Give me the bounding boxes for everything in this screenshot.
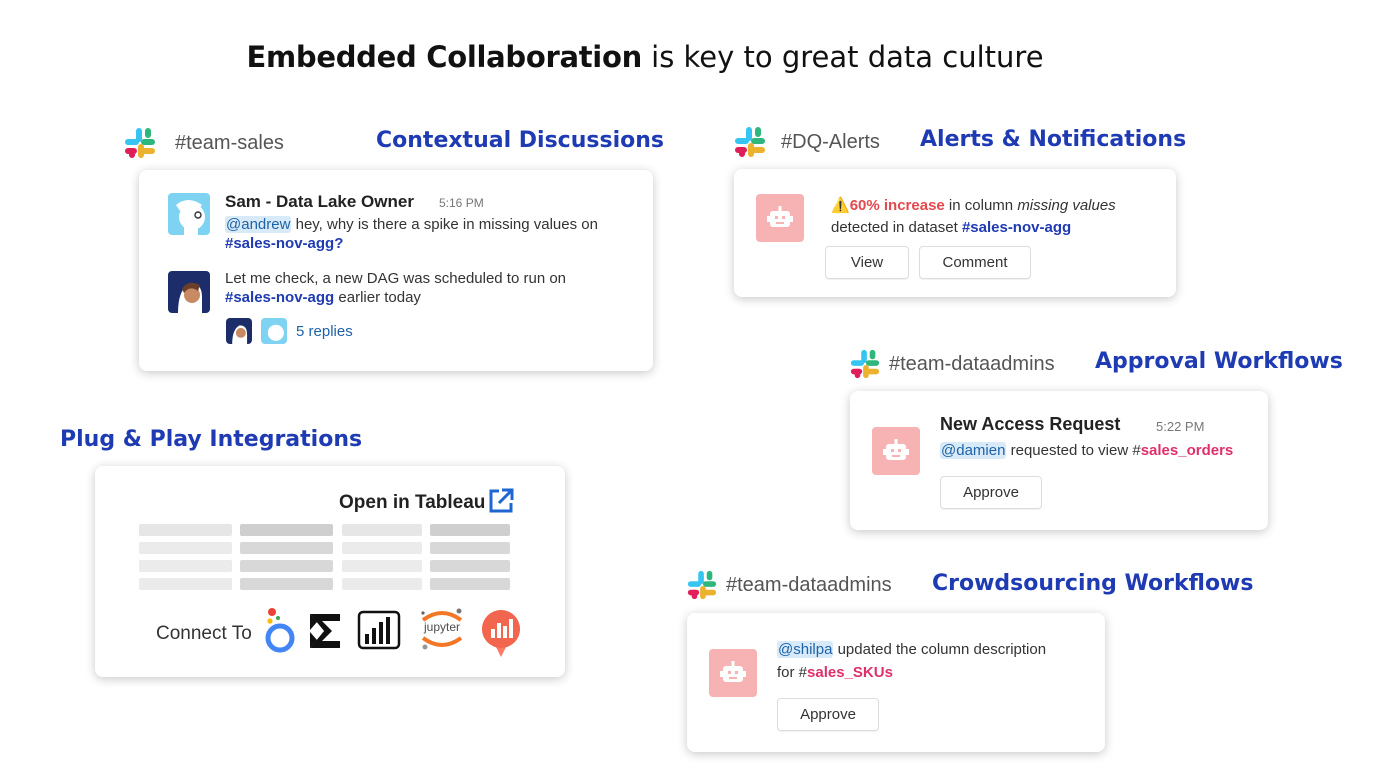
connect-to-label: Connect To	[156, 623, 252, 644]
table-skeleton-cell	[240, 560, 333, 572]
avatar-andrew-icon	[178, 282, 202, 313]
alert-increase: 60% increase	[849, 197, 945, 214]
table-skeleton-cell	[430, 578, 510, 590]
bot-avatar	[709, 649, 757, 697]
comment-button[interactable]: Comment	[919, 246, 1031, 279]
table-skeleton-cell	[240, 524, 333, 536]
external-link-icon[interactable]	[487, 487, 515, 515]
mention-damien[interactable]: @damien	[940, 442, 1007, 459]
table-skeleton-cell	[240, 578, 333, 590]
request-heading: New Access Request	[940, 414, 1121, 434]
approve-button[interactable]: Approve	[777, 698, 879, 731]
crowdsourcing-card: @shilpa updated the column description f…	[687, 613, 1105, 752]
dataset-tag[interactable]: #sales-nov-agg	[962, 219, 1071, 236]
request-text: @damien requested to view #sales_orders	[940, 442, 1234, 459]
message-time: 5:16 PM	[439, 196, 484, 210]
dataset-tag[interactable]: sales_orders	[1141, 442, 1234, 459]
message-text-1: @andrew hey, why is there a spike in mis…	[225, 216, 598, 252]
channel-team-dataadmins-2[interactable]: #team-dataadmins	[686, 569, 892, 601]
table-skeleton-cell	[342, 578, 422, 590]
integrations-card: Open in Tableau Connect To jupyter	[95, 466, 565, 677]
dataset-tag[interactable]: #sales-nov-agg	[225, 235, 334, 252]
powerbi-icon[interactable]	[357, 610, 401, 650]
jupyter-label: jupyter	[423, 620, 461, 634]
dataset-tag-2[interactable]: #sales-nov-agg	[225, 289, 334, 306]
warning-icon: ⚠️	[831, 197, 850, 214]
request-time: 5:22 PM	[1156, 419, 1205, 434]
bot-avatar	[756, 194, 804, 242]
view-button[interactable]: View	[825, 246, 909, 279]
replies-link[interactable]: 5 replies	[296, 323, 353, 340]
slack-icon	[125, 128, 155, 158]
alert-text: ⚠️60% increase in column missing values …	[831, 197, 1116, 236]
dataset-tag[interactable]: sales_SKUs	[807, 664, 893, 681]
channel-name: #DQ-Alerts	[781, 130, 880, 153]
approve-button[interactable]: Approve	[940, 476, 1042, 509]
table-skeleton-cell	[240, 542, 333, 554]
reply-avatar-2-icon	[267, 324, 284, 341]
channel-name: #team-dataadmins	[726, 573, 892, 596]
mention-andrew[interactable]: @andrew	[225, 216, 292, 233]
label-crowdsourcing-workflows: Crowdsourcing Workflows	[932, 571, 1254, 596]
channel-team-dataadmins[interactable]: #team-dataadmins	[849, 348, 1055, 380]
message-author[interactable]: Sam - Data Lake Owner	[225, 192, 414, 212]
avatar-andrew[interactable]	[168, 271, 210, 313]
crowdsourcing-text: @shilpa updated the column description f…	[777, 641, 1047, 681]
alert-column: missing values	[1017, 197, 1116, 214]
bot-avatar	[872, 427, 920, 475]
message-text-2: Let me check, a new DAG was scheduled to…	[225, 270, 567, 306]
slack-icon	[850, 349, 880, 379]
reply-avatar-1	[226, 318, 252, 344]
contextual-discussion-card: Sam - Data Lake Owner 5:16 PM @andrew he…	[139, 170, 653, 371]
table-skeleton-cell	[139, 524, 232, 536]
alert-card: ⚠️60% increase in column missing values …	[734, 169, 1176, 297]
page-title: Embedded Collaboration is key to great d…	[0, 40, 1290, 74]
avatar-sam[interactable]	[168, 193, 210, 235]
channel-team-sales[interactable]: #team-sales	[123, 126, 284, 160]
reply-avatar-2	[261, 318, 287, 344]
sigma-icon[interactable]	[308, 612, 342, 650]
avatar-sam-icon	[176, 200, 205, 235]
label-approval-workflows: Approval Workflows	[1095, 349, 1343, 374]
open-in-tableau-link[interactable]: Open in Tableau	[339, 492, 485, 514]
table-skeleton-cell	[430, 542, 510, 554]
title-bold: Embedded Collaboration	[246, 40, 642, 74]
label-plug-play-integrations: Plug & Play Integrations	[60, 427, 363, 452]
table-skeleton-cell	[342, 524, 422, 536]
table-skeleton-cell	[139, 560, 232, 572]
channel-name: #team-sales	[175, 131, 284, 154]
looker-icon[interactable]	[263, 606, 297, 654]
robot-icon	[883, 439, 909, 460]
mention-shilpa[interactable]: @shilpa	[777, 641, 834, 658]
channel-name: #team-dataadmins	[889, 352, 1055, 375]
slack-icon	[687, 570, 717, 600]
slack-icon	[735, 127, 765, 157]
table-skeleton-cell	[430, 560, 510, 572]
table-skeleton-cell	[430, 524, 510, 536]
table-skeleton-cell	[139, 542, 232, 554]
table-skeleton-cell	[342, 560, 422, 572]
approval-card: New Access Request 5:22 PM @damien reque…	[850, 391, 1268, 530]
table-skeleton-cell	[139, 578, 232, 590]
redash-icon[interactable]	[481, 609, 521, 657]
robot-icon	[767, 206, 793, 227]
reply-avatar-1-icon	[232, 325, 248, 344]
title-rest: is key to great data culture	[651, 40, 1044, 74]
robot-icon	[720, 661, 746, 682]
channel-dq-alerts[interactable]: #DQ-Alerts	[733, 125, 880, 159]
table-skeleton-cell	[342, 542, 422, 554]
label-contextual-discussions: Contextual Discussions	[376, 128, 664, 153]
label-alerts-notifications: Alerts & Notifications	[920, 127, 1187, 152]
